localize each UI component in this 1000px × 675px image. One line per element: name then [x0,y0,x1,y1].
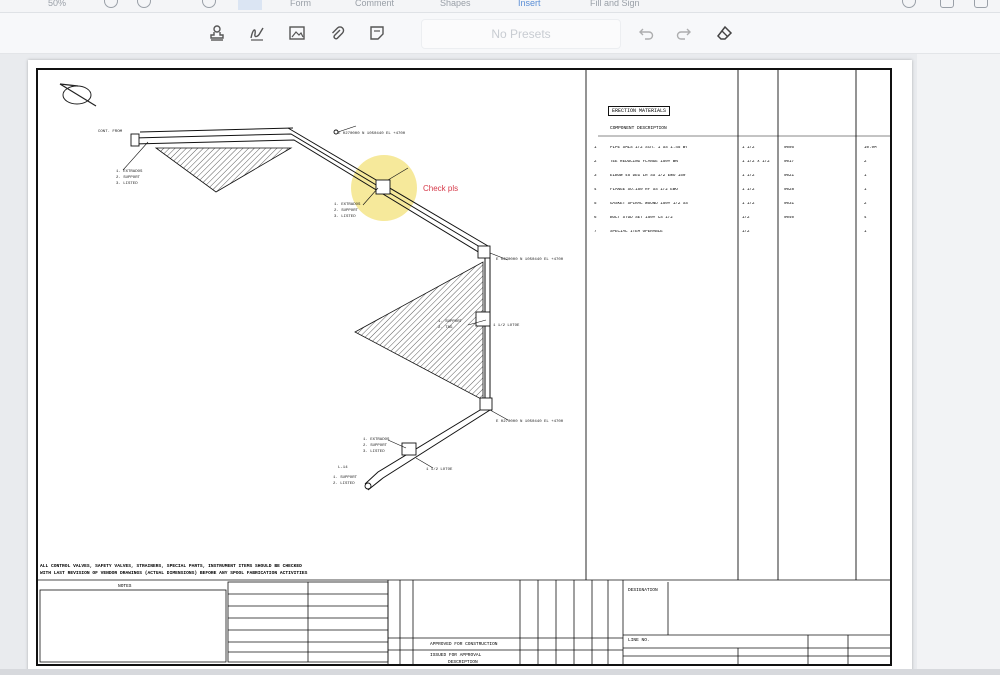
svg-text:1. EXTRADOS: 1. EXTRADOS [116,170,143,174]
svg-text:2. TAG: 2. TAG [438,326,453,330]
svg-text:2. SUPPORT: 2. SUPPORT [363,444,388,448]
attachment-icon[interactable] [325,21,349,45]
tab-insert[interactable]: Insert [518,0,541,8]
row-size: 1 1/2 [742,146,755,150]
svg-text:1. SUPPORT: 1. SUPPORT [438,320,463,324]
bottom-scrollbar[interactable] [0,669,1000,675]
redo-icon[interactable] [672,21,696,45]
note-icon[interactable] [365,21,389,45]
svg-text:1 1/2 LOTOE: 1 1/2 LOTOE [426,467,453,472]
notes-heading: NOTES [118,584,132,589]
row-description: ELBOW 45 DEG LR SS 1/2 EWO 150 [610,174,686,178]
signature-icon[interactable] [245,21,269,45]
svg-text:3. LISTED: 3. LISTED [334,215,356,219]
zoom-level[interactable]: 50% [48,0,66,8]
row-quantity: 1 [864,174,867,178]
svg-text:1. EXTRADOS: 1. EXTRADOS [334,203,361,207]
row-size: 1/2 [742,230,750,234]
annotation-note[interactable]: Check pls [423,184,458,193]
table-title: ERECTION MATERIALS [608,106,671,116]
insert-toolbar: No Presets [0,13,1000,54]
row-quantity: 2 [864,160,867,164]
tab-fill-and-sign[interactable]: Fill and Sign [590,0,640,8]
row-quantity: 4 [864,216,867,220]
row-number: 6 [594,216,597,220]
svg-text:E 0270000 N 1050440 EL +4700: E 0270000 N 1050440 EL +4700 [338,132,406,136]
row-quantity: 2 [864,202,867,206]
svg-text:E 0270000 N 1050440 EL +4700: E 0270000 N 1050440 EL +4700 [496,258,564,262]
row-code: 0028 [784,188,795,192]
panel-toggle-icon[interactable] [974,0,988,8]
svg-text:1. SUPPORT: 1. SUPPORT [333,476,358,480]
table-header: COMPONENT DESCRIPTION [610,126,667,131]
tab-shapes[interactable]: Shapes [440,0,471,8]
eraser-icon[interactable] [713,21,737,45]
comment-panel-icon[interactable] [940,0,954,8]
line-label: LINE NO. [628,638,650,643]
row-code: 0005 [784,146,795,150]
row-size: 1 1/2 [742,188,755,192]
row-quantity: 10.9M [864,146,877,150]
top-menu-bar: 50% Form Comment Shapes Insert Fill and … [0,0,1000,13]
search-icon[interactable] [902,0,916,8]
row-quantity: 1 [864,230,867,234]
hatch-area-1 [154,147,293,193]
issue-2: ISSUED FOR APPROVAL [430,653,482,658]
hatch-area-2 [354,261,484,401]
row-number: 2 [594,160,597,164]
hand-tool-icon[interactable] [202,0,216,8]
stamp-icon[interactable] [205,21,229,45]
zoom-in-icon[interactable] [137,0,151,8]
svg-text:2. SUPPORT: 2. SUPPORT [334,209,359,213]
select-tool-button[interactable] [238,0,262,10]
row-description: BOLT STUD SET 150# CS 1/2 [610,216,673,220]
presets-dropdown[interactable]: No Presets [421,19,621,49]
svg-text:3. LISTED: 3. LISTED [116,182,138,186]
right-panel [917,54,1000,675]
svg-text:E 0270000 N 1050440 EL +4700: E 0270000 N 1050440 EL +4700 [496,420,564,424]
svg-text:L-14: L-14 [338,466,348,470]
undo-icon[interactable] [634,21,658,45]
row-number: 3 [594,174,597,178]
designation-label: DESIGNATION [628,588,658,593]
image-icon[interactable] [285,21,309,45]
row-number: 4 [594,188,597,192]
north-arrow-icon [59,83,97,107]
drawing-labels: CONT. FROM 1. EXTRADOS 2. SUPPORT 3. LIS… [98,130,564,486]
row-quantity: 1 [864,188,867,192]
pdf-page[interactable]: CONT. FROM 1. EXTRADOS 2. SUPPORT 3. LIS… [28,60,912,672]
footer-note-2: WITH LAST REVISION OF VENDOR DRAWINGS (A… [40,571,308,576]
tab-form[interactable]: Form [290,0,311,8]
row-description: TEE REDUCING FLANGE 150# WN [610,160,678,164]
tab-comment[interactable]: Comment [355,0,394,8]
row-code: 0021 [784,174,795,178]
svg-text:2. LISTED: 2. LISTED [333,482,355,486]
footer-note-1: ALL CONTROL VALVES, SAFETY VALVES, STRAI… [40,564,302,569]
issue-1: APPROVED FOR CONSTRUCTION [430,642,498,647]
row-description: SPECIAL ITEM OPERABLE [610,230,663,234]
zoom-out-icon[interactable] [104,0,118,8]
svg-text:3. LISTED: 3. LISTED [363,450,385,454]
svg-text:CONT. FROM: CONT. FROM [98,130,123,134]
svg-text:1 1/2 LOTOE: 1 1/2 LOTOE [493,323,520,328]
svg-text:2. SUPPORT: 2. SUPPORT [116,176,141,180]
description-label: DESCRIPTION [448,660,478,665]
row-code: 0040 [784,216,795,220]
row-description: GASKET SPIRAL WOUND 150# 1/2 SS [610,202,688,206]
row-number: 7 [594,230,597,234]
row-description: PIPE SMLS 1/2 Sch. 1 SS 1.45 WT [610,146,688,150]
row-number: 1 [594,146,597,150]
row-size: 1 1/2 [742,174,755,178]
row-size: 1 1/2 x 1/2 [742,160,770,164]
row-code: 0017 [784,160,795,164]
row-size: 1/2 [742,216,750,220]
row-code: 0031 [784,202,795,206]
row-number: 5 [594,202,597,206]
row-size: 1 1/2 [742,202,755,206]
row-description: FLANGE SO.150 RF SS 1/2 EWO [610,188,678,192]
drawing-sheet: CONT. FROM 1. EXTRADOS 2. SUPPORT 3. LIS… [36,68,892,666]
svg-text:1. EXTRADOS: 1. EXTRADOS [363,438,390,442]
title-block [38,579,890,664]
